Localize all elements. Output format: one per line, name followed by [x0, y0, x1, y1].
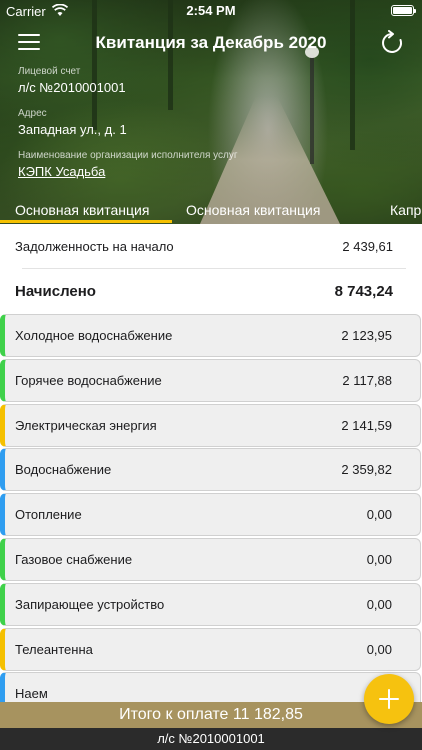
- nav-bar: Квитанция за Декабрь 2020: [0, 26, 422, 62]
- service-amount: 0,00: [366, 641, 392, 657]
- service-amount: 2 117,88: [342, 372, 392, 388]
- service-label: Телеантенна: [15, 641, 93, 657]
- service-label: Отопление: [15, 507, 82, 523]
- service-card[interactable]: Наем: [0, 672, 421, 702]
- receipt-content: Задолженность на начало 2 439,61 Начисле…: [0, 224, 422, 702]
- refresh-icon: [382, 30, 402, 53]
- hamburger-menu-icon: [18, 34, 40, 50]
- service-card[interactable]: Газовое снабжение 0,00: [0, 538, 421, 581]
- service-label: Водоснабжение: [15, 462, 112, 478]
- active-tab-indicator: [0, 220, 172, 223]
- service-label: Запирающее устройство: [15, 596, 165, 612]
- divider: [22, 268, 406, 269]
- receipt-tabs: Основная квитанция Основная квитанция Ка…: [0, 198, 422, 224]
- tab-main-receipt-2[interactable]: Основная квитанция: [186, 202, 320, 218]
- service-amount: 2 359,82: [341, 462, 392, 478]
- tab-main-receipt[interactable]: Основная квитанция: [15, 202, 149, 218]
- address-value: Западная ул., д. 1: [18, 122, 127, 137]
- tab-capital-repair[interactable]: Капр: [390, 202, 421, 218]
- service-label: Газовое снабжение: [15, 552, 133, 567]
- organization-link[interactable]: КЭПК Усадьба: [18, 164, 404, 179]
- service-card[interactable]: Холодное водоснабжение 2 123,95: [0, 314, 421, 357]
- debt-row: Задолженность на начало 2 439,61: [15, 239, 393, 254]
- service-card[interactable]: Водоснабжение 2 359,82: [0, 448, 421, 492]
- total-due: Итого к оплате 11 182,85: [0, 702, 422, 728]
- organization-label: Наименование организации исполнителя усл…: [18, 150, 238, 161]
- account-number: л/с №2010001001: [18, 80, 126, 95]
- debt-amount: 2 439,61: [342, 239, 393, 254]
- footer-account-number: л/с №2010001001: [0, 728, 422, 750]
- service-amount: 2 123,95: [341, 328, 392, 343]
- service-label: Наем: [15, 686, 48, 702]
- service-label: Холодное водоснабжение: [15, 328, 173, 343]
- charged-amount: 8 743,24: [334, 283, 393, 300]
- add-button[interactable]: [364, 674, 414, 724]
- battery-icon: [391, 5, 416, 16]
- account-label: Лицевой счет: [18, 66, 81, 77]
- charged-label: Начислено: [15, 283, 96, 300]
- service-card[interactable]: Запирающее устройство 0,00: [0, 582, 421, 626]
- status-bar: Carrier 2:54 PM: [0, 0, 422, 22]
- charged-row: Начислено 8 743,24: [15, 283, 393, 300]
- service-amount: 0,00: [366, 552, 392, 567]
- service-amount: 2 141,59: [341, 417, 392, 433]
- service-card[interactable]: Телеантенна 0,00: [0, 627, 421, 671]
- service-label: Электрическая энергия: [15, 417, 157, 433]
- debt-label: Задолженность на начало: [15, 239, 174, 254]
- service-card[interactable]: Отопление 0,00: [0, 493, 421, 537]
- service-card[interactable]: Горячее водоснабжение 2 117,88: [0, 358, 421, 402]
- service-label: Горячее водоснабжение: [15, 372, 162, 388]
- refresh-button[interactable]: [380, 30, 404, 56]
- service-amount: 0,00: [366, 596, 392, 612]
- address-label: Адрес: [18, 108, 47, 119]
- service-card[interactable]: Электрическая энергия 2 141,59: [0, 403, 421, 447]
- page-title: Квитанция за Декабрь 2020: [95, 33, 327, 52]
- menu-button[interactable]: [18, 34, 40, 52]
- service-amount: 0,00: [366, 507, 392, 523]
- account-info: Лицевой счет л/с №2010001001 Адрес Запад…: [18, 66, 404, 179]
- status-time: 2:54 PM: [186, 3, 236, 18]
